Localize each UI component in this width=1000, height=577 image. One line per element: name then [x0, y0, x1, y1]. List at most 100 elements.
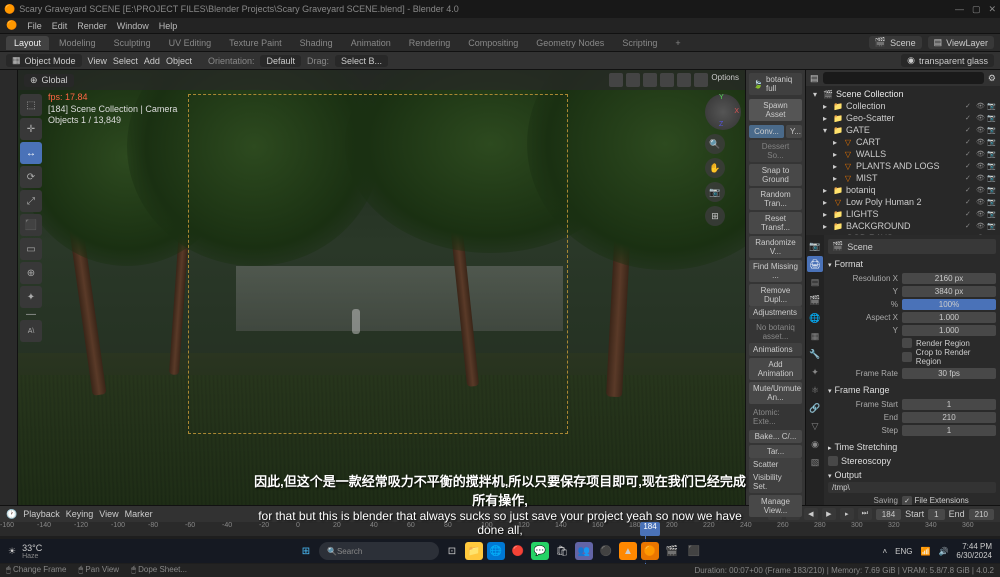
orientation-dropdown[interactable]: Default: [260, 55, 301, 67]
visibility-header[interactable]: Visibility Set.: [749, 471, 802, 493]
mode-dropdown[interactable]: ▦Object Mode: [6, 54, 82, 67]
random-trans-button[interactable]: Random Tran...: [749, 188, 802, 210]
local-dropdown[interactable]: ⊕Global: [24, 74, 74, 87]
outliner-item-background[interactable]: ▸📁BACKGROUND✓👁📷: [808, 220, 998, 232]
outliner-root[interactable]: ▾🎬Scene Collection: [808, 88, 998, 100]
add-anim-button[interactable]: Add Animation: [749, 358, 802, 380]
tar-button[interactable]: Tar...: [749, 445, 802, 458]
material-shading[interactable]: [677, 73, 691, 87]
end-frame[interactable]: 210: [969, 509, 994, 520]
play-reverse[interactable]: ◀: [804, 508, 818, 520]
prop-tab-material[interactable]: ◉: [807, 436, 823, 452]
current-frame[interactable]: 184: [876, 509, 901, 520]
playback-menu[interactable]: Playback: [23, 509, 60, 519]
start-button[interactable]: ⊞: [297, 542, 315, 560]
prop-tab-scene[interactable]: 🎬: [807, 292, 823, 308]
tool-collapse[interactable]: A\: [20, 320, 42, 342]
viewport-3d[interactable]: ⊕Global Options fps: 17.84 [184] Scene C…: [18, 70, 745, 505]
tool-annotate[interactable]: ▭: [20, 238, 42, 260]
tab-shading[interactable]: Shading: [292, 36, 341, 50]
task-view[interactable]: ⊡: [443, 542, 461, 560]
outliner-search[interactable]: [823, 72, 984, 84]
reset-trans-button[interactable]: Reset Transf...: [749, 212, 802, 234]
outliner-item-collection[interactable]: ▸📁Collection✓👁📷: [808, 100, 998, 112]
app-other[interactable]: ⬛: [685, 542, 703, 560]
tool-cursor[interactable]: ✛: [20, 118, 42, 140]
manage-button[interactable]: Manage View...: [749, 495, 802, 517]
prop-tab-data[interactable]: ▽: [807, 418, 823, 434]
menu-help[interactable]: Help: [159, 21, 178, 31]
aspect-x-field[interactable]: 1.000: [902, 312, 996, 323]
close-button[interactable]: ✕: [988, 4, 996, 15]
perspective-gizmo[interactable]: ⊞: [705, 206, 725, 226]
menu-window[interactable]: Window: [117, 21, 149, 31]
playhead[interactable]: 184: [640, 522, 660, 536]
menu-select[interactable]: Select: [113, 56, 138, 66]
start-frame[interactable]: 1: [928, 509, 944, 520]
format-section[interactable]: Format: [828, 257, 996, 271]
tab-modeling[interactable]: Modeling: [51, 36, 104, 50]
scatter-header[interactable]: Scatter: [749, 458, 802, 471]
drag-dropdown[interactable]: Select B...: [335, 55, 388, 67]
tool-select[interactable]: ⬚: [20, 94, 42, 116]
tray-clock[interactable]: 7:44 PM 6/30/2024: [956, 542, 992, 560]
prop-tab-viewlayer[interactable]: ▤: [807, 274, 823, 290]
app-vlc[interactable]: ▲: [619, 542, 637, 560]
app-blender[interactable]: 🟠: [641, 542, 659, 560]
frame-rate-field[interactable]: 30 fps: [902, 368, 996, 379]
keyframe-next[interactable]: ▸: [840, 508, 854, 520]
app-chrome[interactable]: 🔴: [509, 542, 527, 560]
app-davinci[interactable]: 🎬: [663, 542, 681, 560]
botaniq-header[interactable]: 🍃 botaniq full: [749, 73, 802, 95]
outliner-item-lights[interactable]: ▸📁LIGHTS✓👁📷: [808, 208, 998, 220]
res-y-field[interactable]: 3840 px: [902, 286, 996, 297]
prop-tab-physics[interactable]: ⚛: [807, 382, 823, 398]
weather-widget[interactable]: ☀ 33°C Haze: [8, 543, 42, 560]
tab-animation[interactable]: Animation: [343, 36, 399, 50]
prop-tab-particles[interactable]: ✦: [807, 364, 823, 380]
animations-header[interactable]: Animations: [749, 343, 802, 356]
taskbar-search[interactable]: 🔍 Search: [319, 542, 439, 560]
play-button[interactable]: ▶: [822, 508, 836, 520]
camera-gizmo[interactable]: 📷: [705, 182, 725, 202]
shading-preset[interactable]: ◉transparent glass: [901, 54, 994, 67]
output-path-field[interactable]: /tmp\: [828, 482, 996, 493]
tool-transform[interactable]: ⬛: [20, 214, 42, 236]
bake-button[interactable]: Bake... C/...: [749, 430, 802, 443]
timeline-icon[interactable]: 🕐: [6, 509, 17, 520]
minimize-button[interactable]: —: [955, 4, 964, 15]
tray-volume-icon[interactable]: 🔊: [938, 547, 948, 556]
tab-layout[interactable]: Layout: [6, 36, 49, 50]
desert-button[interactable]: Dessert So...: [749, 140, 802, 162]
app-teams[interactable]: 👥: [575, 542, 593, 560]
app-whatsapp[interactable]: 💬: [531, 542, 549, 560]
view-menu[interactable]: View: [99, 509, 118, 519]
zoom-gizmo[interactable]: 🔍: [705, 134, 725, 154]
res-pct-field[interactable]: 100%: [902, 299, 996, 310]
xray-toggle[interactable]: [626, 73, 640, 87]
app-explorer[interactable]: 📁: [465, 542, 483, 560]
tray-chevron[interactable]: ˄: [882, 547, 887, 556]
outliner-item-low-poly-human-2[interactable]: ▸▽Low Poly Human 2✓👁📷: [808, 196, 998, 208]
frame-end-field[interactable]: 210: [902, 412, 996, 423]
prop-tab-output[interactable]: 🖨: [807, 256, 823, 272]
outliner-item-mist[interactable]: ▸▽MIST✓👁📷: [808, 172, 998, 184]
output-section[interactable]: Output: [828, 468, 996, 482]
adjustments-header[interactable]: Adjustments: [749, 306, 802, 319]
keying-menu[interactable]: Keying: [66, 509, 94, 519]
outliner-item-cart[interactable]: ▸▽CART✓👁📷: [808, 136, 998, 148]
menu-object[interactable]: Object: [166, 56, 192, 66]
stereo-section[interactable]: Stereoscopy: [828, 454, 996, 468]
outliner-item-plants-and-logs[interactable]: ▸▽PLANTS AND LOGS✓👁📷: [808, 160, 998, 172]
res-x-field[interactable]: 2160 px: [902, 273, 996, 284]
frame-step-field[interactable]: 1: [902, 425, 996, 436]
tray-language[interactable]: ENG: [895, 547, 912, 556]
tool-rotate[interactable]: ⟳: [20, 166, 42, 188]
prop-tab-texture[interactable]: ▧: [807, 454, 823, 470]
frame-start-field[interactable]: 1: [902, 399, 996, 410]
menu-view[interactable]: View: [88, 56, 107, 66]
tool-move[interactable]: ↔: [20, 142, 42, 164]
app-edge[interactable]: 🌐: [487, 542, 505, 560]
scene-selector[interactable]: 🎬Scene: [869, 36, 922, 49]
prop-tab-render[interactable]: 📷: [807, 238, 823, 254]
